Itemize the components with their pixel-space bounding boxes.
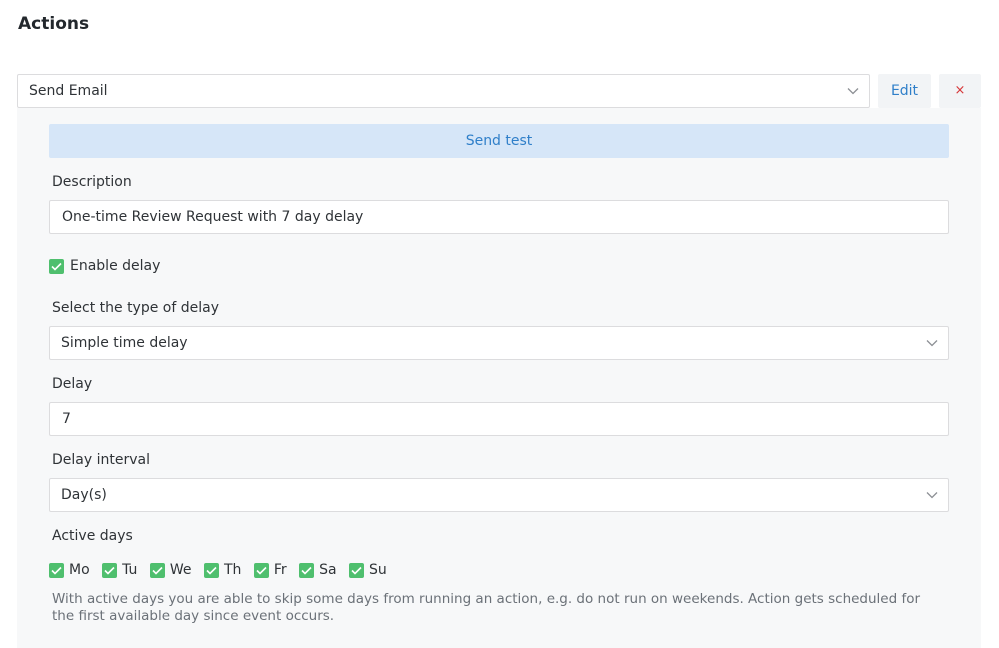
chevron-down-icon [926,340,938,347]
delay-type-select[interactable]: Simple time delay [49,326,949,360]
day-label: Sa [319,562,337,578]
page-title: Actions [18,14,90,34]
delay-interval-select[interactable]: Day(s) [49,478,949,512]
delay-interval-label: Delay interval [52,452,150,468]
description-label: Description [52,174,132,190]
delay-type-value: Simple time delay [61,335,188,351]
delay-type-label: Select the type of delay [52,300,219,316]
day-label: Tu [122,562,138,578]
chevron-down-icon [847,88,859,95]
day-label: Mo [69,562,90,578]
checkbox-checked-icon [102,562,118,578]
day-checkbox-fr[interactable]: Fr [253,562,287,578]
delay-interval-value: Day(s) [61,487,107,503]
day-checkbox-we[interactable]: We [149,562,192,578]
enable-delay-checkbox[interactable]: Enable delay [49,258,160,274]
delay-input[interactable]: 7 [49,402,949,436]
day-checkbox-th[interactable]: Th [203,562,242,578]
active-days-label: Active days [52,528,133,544]
delay-label: Delay [52,376,93,392]
edit-button[interactable]: Edit [878,74,931,108]
day-label: Fr [273,562,287,578]
day-checkbox-tu[interactable]: Tu [102,562,137,578]
day-label: We [169,562,192,578]
enable-delay-label: Enable delay [70,258,161,274]
checkbox-checked-icon [299,562,315,578]
day-checkbox-su[interactable]: Su [349,562,387,578]
day-checkbox-sa[interactable]: Sa [299,562,337,578]
active-days-help-text: With active days you are able to skip so… [52,591,921,624]
action-type-select[interactable]: Send Email [17,74,870,108]
checkbox-checked-icon [49,562,64,578]
checkbox-checked-icon [349,562,365,578]
remove-action-button[interactable]: × [939,74,981,108]
day-checkbox-mo[interactable]: Mo [49,562,90,578]
action-type-value: Send Email [29,83,108,99]
active-days-group: Mo Tu We Th Fr Sa Su [49,562,395,578]
chevron-down-icon [926,492,938,499]
description-input[interactable]: One-time Review Request with 7 day delay [49,200,949,234]
day-label: Th [223,562,242,578]
checkbox-checked-icon [49,258,64,274]
send-test-button[interactable]: Send test [49,124,949,158]
checkbox-checked-icon [149,562,165,578]
checkbox-checked-icon [203,562,219,578]
day-label: Su [369,562,387,578]
checkbox-checked-icon [253,562,269,578]
